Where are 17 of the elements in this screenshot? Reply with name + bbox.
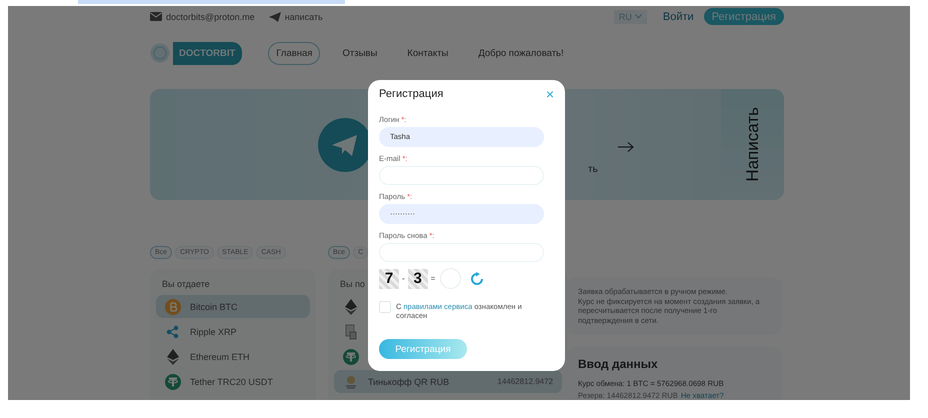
currency-name: Тинькофф QR RUB — [368, 376, 450, 386]
currency-name: Tether TRC20 USDT — [190, 376, 273, 386]
panel-title: Вы отдаете — [161, 279, 211, 291]
reserve-amount: 14462812.9472 — [497, 377, 553, 386]
captcha-digit: 7 — [379, 268, 399, 289]
panel-title: Вы по — [339, 279, 366, 291]
banner-text: ть — [588, 164, 598, 174]
dialog-title: Регистрация — [379, 88, 444, 100]
captcha-operator: = — [430, 274, 436, 284]
captcha-operator: - — [402, 274, 405, 284]
currency-name: Bitcoin BTC — [190, 302, 238, 312]
logo-text: DOCTORBIT — [173, 42, 242, 64]
currency-name: Ripple XRP — [190, 326, 237, 336]
captcha-digit: 3 — [408, 268, 428, 289]
email-address: doctorbits@proton.me — [166, 12, 255, 22]
section-title: Ввод данных — [578, 357, 659, 371]
currency-name: Ethereum ETH — [190, 352, 250, 362]
